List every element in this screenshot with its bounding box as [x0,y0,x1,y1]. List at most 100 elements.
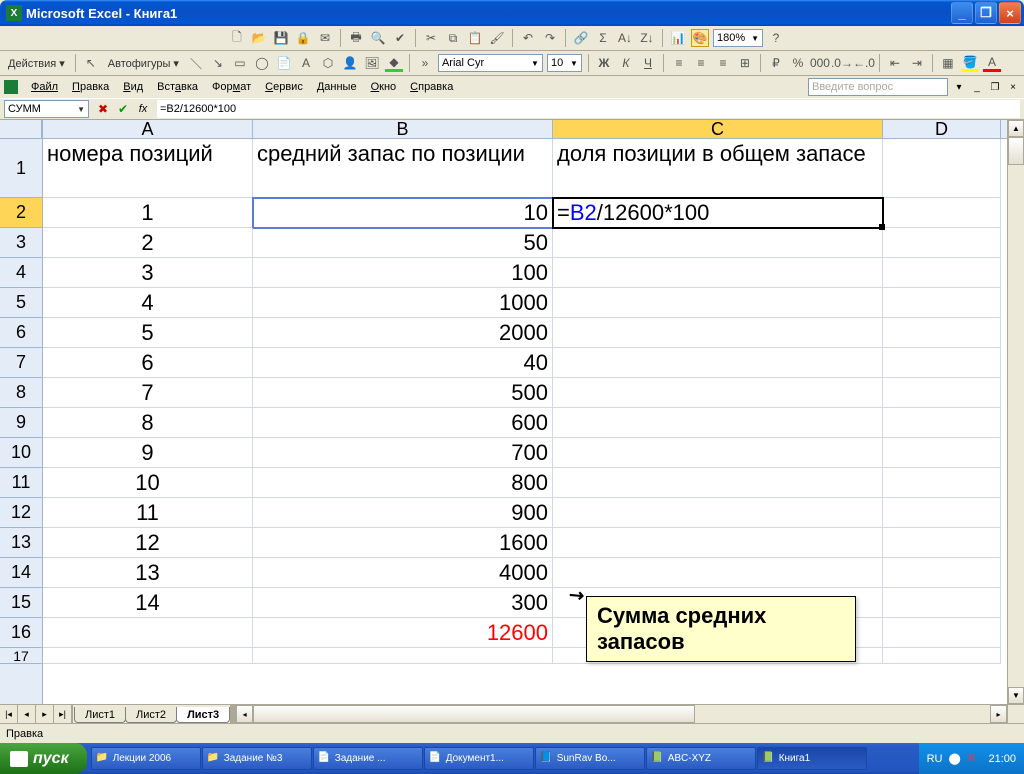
autoshapes-menu[interactable]: Автофигуры ▾ [104,55,183,72]
cell[interactable] [883,648,1001,664]
copy-icon[interactable]: ⧉ [444,29,462,47]
row-header[interactable]: 3 [0,228,42,258]
question-box[interactable]: Введите вопрос [808,78,948,96]
zoom-combo[interactable]: 180%▼ [713,29,763,47]
cell[interactable]: 4 [43,288,253,318]
preview-icon[interactable]: 🔍 [369,29,387,47]
menu-data[interactable]: Данные [310,78,364,96]
dec-decimal-icon[interactable]: ←.0 [855,54,873,72]
cell[interactable] [883,288,1001,318]
format-painter-icon[interactable]: 🖌 [488,29,506,47]
undo-icon[interactable]: ↶ [519,29,537,47]
clock[interactable]: 21:00 [988,753,1016,765]
scroll-right-button[interactable]: ▸ [990,705,1007,723]
cell[interactable]: 4000 [253,558,553,588]
cell[interactable]: 2 [43,228,253,258]
cell[interactable]: 1600 [253,528,553,558]
row-header[interactable]: 11 [0,468,42,498]
cell[interactable] [553,558,883,588]
clipart-icon[interactable]: 👤 [341,54,359,72]
taskbar-item[interactable]: 📗Книга1 [757,747,867,770]
sheet-tab[interactable]: Лист3 [176,707,230,723]
underline-icon[interactable]: Ч [639,54,657,72]
fill-color-icon[interactable]: ◆ [385,54,403,72]
textbox-icon[interactable]: 📄 [275,54,293,72]
save-icon[interactable]: 💾 [272,29,290,47]
menu-window[interactable]: Окно [364,78,404,96]
col-header[interactable]: D [883,120,1001,138]
cell[interactable]: 12600 [253,618,553,648]
minimize-button[interactable]: _ [951,2,973,24]
tray-icon[interactable]: ⬤ [948,752,962,766]
sort-asc-icon[interactable]: A↓ [616,29,634,47]
cell[interactable]: 700 [253,438,553,468]
cell[interactable]: 14 [43,588,253,618]
col-header[interactable]: C [553,120,883,138]
bold-icon[interactable]: Ж [595,54,613,72]
scroll-down-button[interactable]: ▼ [1008,687,1024,704]
menu-tools[interactable]: Сервис [258,78,310,96]
cell[interactable] [553,228,883,258]
redo-icon[interactable]: ↷ [541,29,559,47]
cell[interactable] [883,438,1001,468]
cell[interactable]: 1000 [253,288,553,318]
row-header[interactable]: 1 [0,139,42,198]
name-box[interactable]: СУММ▼ [4,100,89,118]
oval-icon[interactable]: ◯ [253,54,271,72]
arrow-icon[interactable]: ↘ [209,54,227,72]
menu-insert[interactable]: Вставка [150,78,205,96]
align-center-icon[interactable]: ≡ [692,54,710,72]
cell[interactable]: 2000 [253,318,553,348]
cell[interactable] [883,558,1001,588]
cut-icon[interactable]: ✂ [422,29,440,47]
font-combo[interactable]: Arial Cyr▼ [438,54,543,72]
email-icon[interactable]: ✉ [316,29,334,47]
row-header[interactable]: 6 [0,318,42,348]
cell[interactable] [553,408,883,438]
taskbar-item[interactable]: 📁Лекции 2006 [91,747,201,770]
cell[interactable]: 900 [253,498,553,528]
cell[interactable] [883,588,1001,618]
language-indicator[interactable]: RU [927,753,943,765]
cell[interactable] [553,378,883,408]
cell[interactable] [553,468,883,498]
cell[interactable]: 1 [43,198,253,228]
cell[interactable]: 11 [43,498,253,528]
chart-icon[interactable]: 📊 [669,29,687,47]
taskbar-item[interactable]: 📗ABC-XYZ [646,747,756,770]
cell[interactable]: 600 [253,408,553,438]
rect-icon[interactable]: ▭ [231,54,249,72]
cell[interactable] [253,648,553,664]
cell[interactable]: 800 [253,468,553,498]
print-icon[interactable]: 🖶 [347,29,365,47]
merge-icon[interactable]: ⊞ [736,54,754,72]
wordart-icon[interactable]: A [297,54,315,72]
new-icon[interactable]: 🗋 [228,29,246,47]
expand-icon[interactable]: » [416,54,434,72]
cell[interactable]: 3 [43,258,253,288]
cell[interactable]: 500 [253,378,553,408]
permission-icon[interactable]: 🔒 [294,29,312,47]
fontsize-combo[interactable]: 10▼ [547,54,582,72]
maximize-button[interactable]: ❐ [975,2,997,24]
formula-input[interactable]: =B2/12600*100 [157,100,1020,118]
row-header[interactable]: 9 [0,408,42,438]
cell[interactable] [883,528,1001,558]
cell[interactable] [553,258,883,288]
cell[interactable] [553,498,883,528]
comma-icon[interactable]: 000 [811,54,829,72]
doc-icon[interactable] [4,80,18,94]
fontcolor-icon[interactable]: A [983,54,1001,72]
cell[interactable] [883,348,1001,378]
hyperlink-icon[interactable]: 🔗 [572,29,590,47]
cell[interactable]: доля позиции в общем запасе [553,139,883,198]
cell[interactable] [883,468,1001,498]
row-header[interactable]: 12 [0,498,42,528]
cell[interactable]: 100 [253,258,553,288]
cell[interactable]: 5 [43,318,253,348]
row-header[interactable]: 10 [0,438,42,468]
cell[interactable]: 13 [43,558,253,588]
doc-minimize-button[interactable]: ▾ [952,80,966,94]
drawing-icon[interactable]: 🎨 [691,29,709,47]
cell[interactable] [553,528,883,558]
